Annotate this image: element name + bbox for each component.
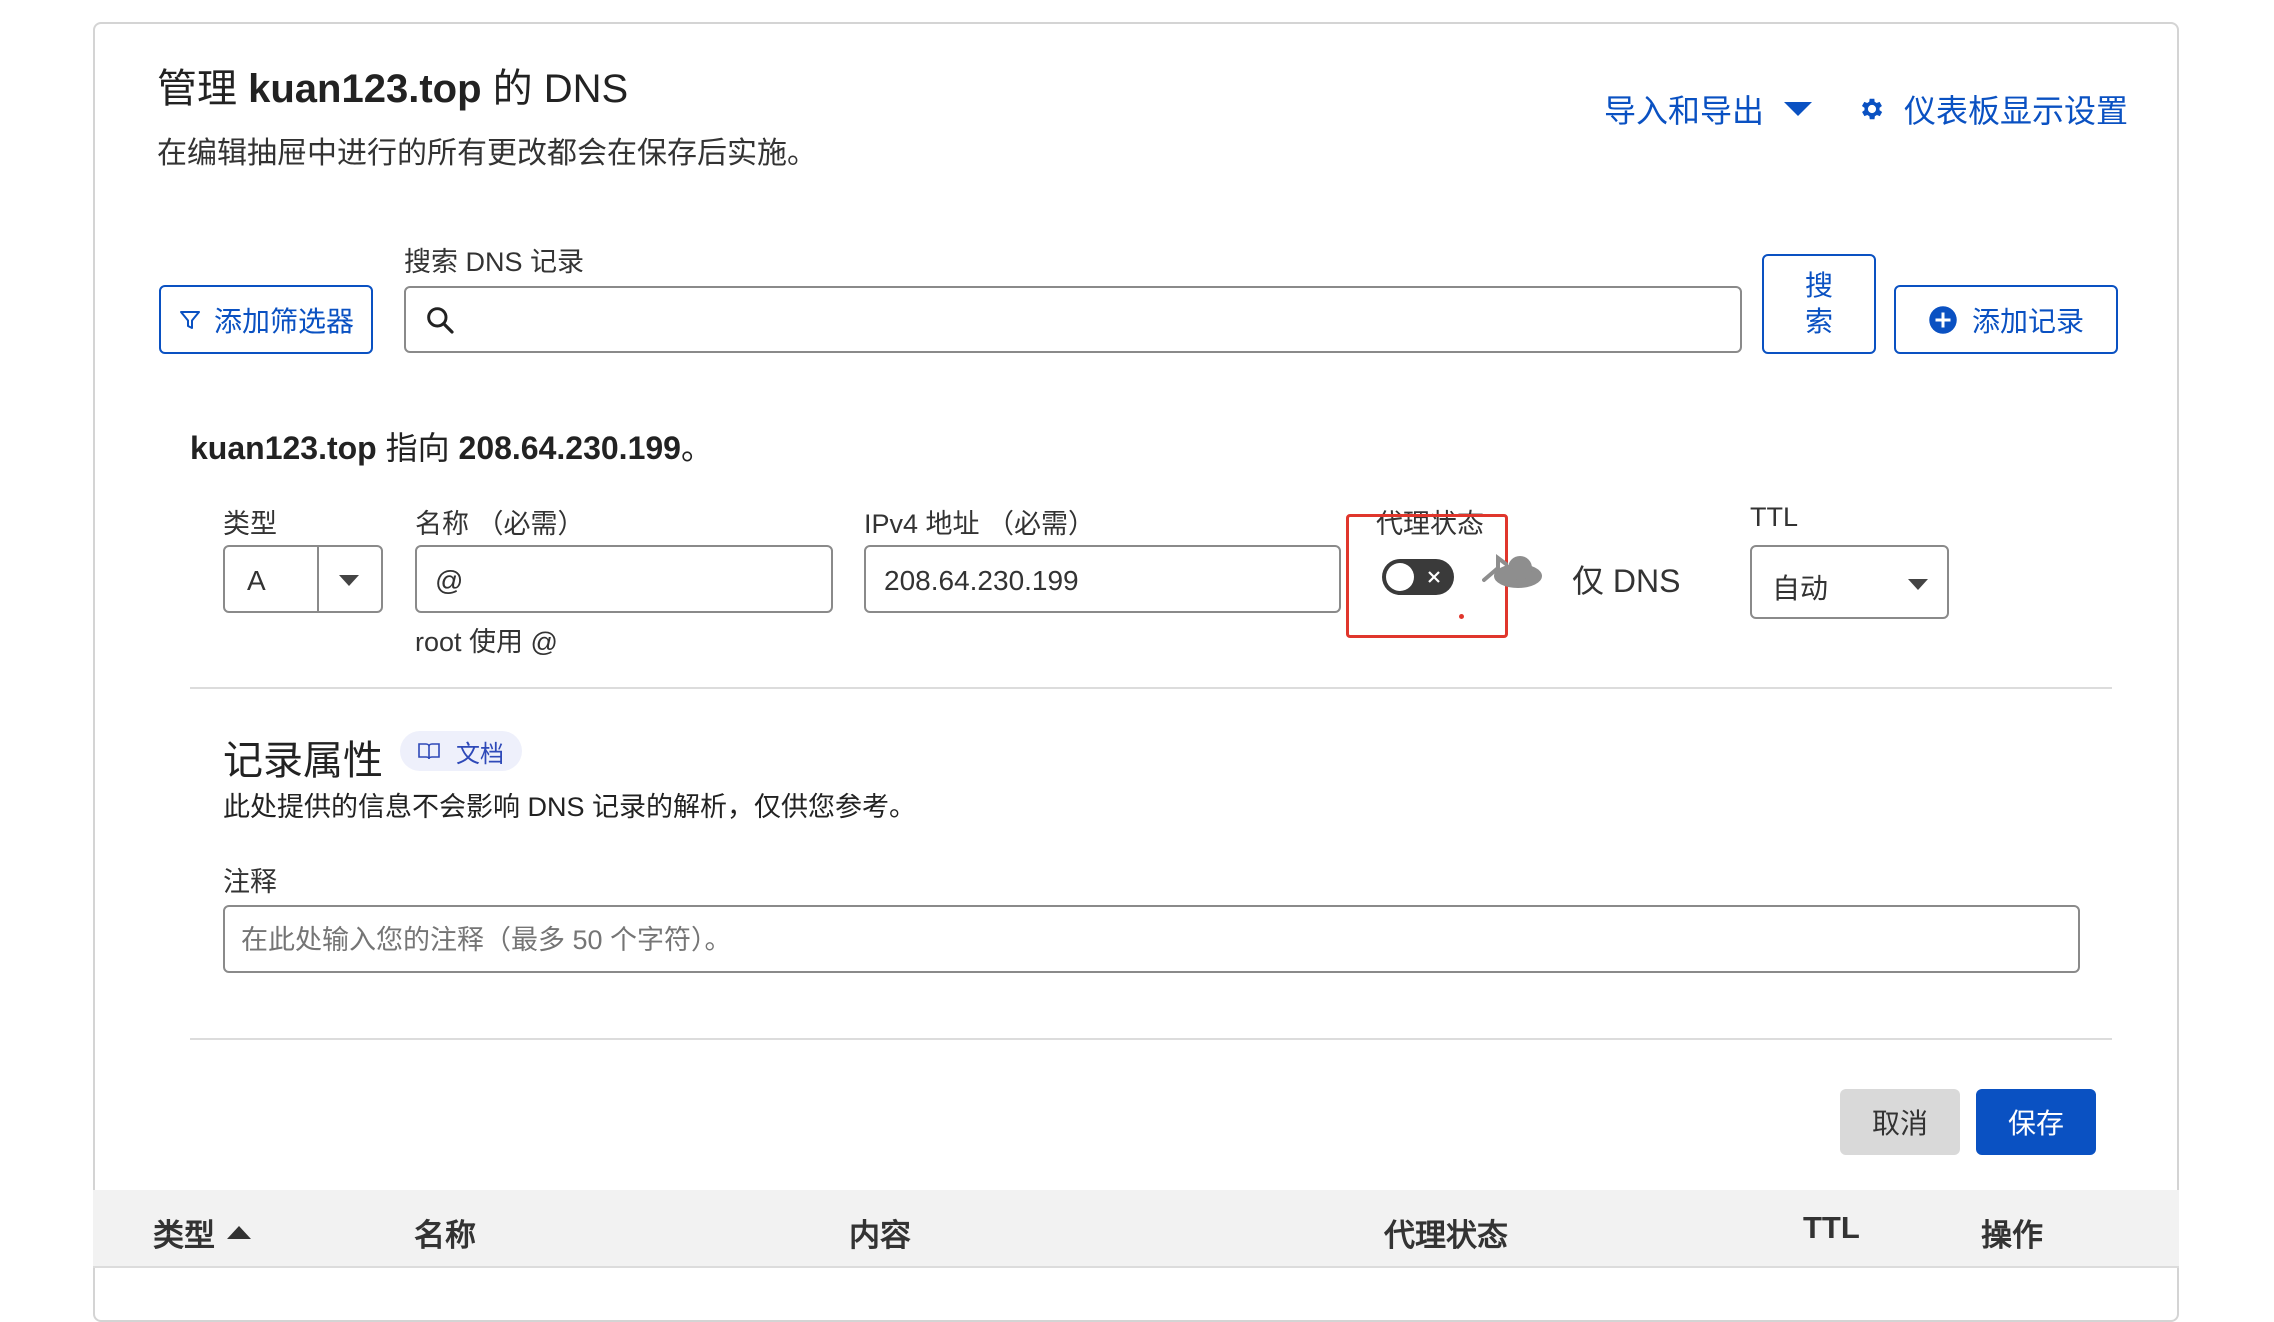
name-label: 名称 （必需） xyxy=(415,509,585,539)
comment-label: 注释 xyxy=(223,867,277,897)
page-title: 管理 kuan123.top 的 DNS xyxy=(157,67,629,111)
comment-field[interactable] xyxy=(223,905,2080,973)
search-field[interactable] xyxy=(404,286,1742,353)
import-export-label: 导入和导出 xyxy=(1604,93,1765,129)
add-filter-button[interactable]: 添加筛选器 xyxy=(159,285,373,354)
filter-icon xyxy=(179,310,200,329)
cloud-icon xyxy=(1482,554,1542,588)
close-icon xyxy=(1428,571,1440,583)
dashboard-settings-link[interactable]: 仪表板显示设置 xyxy=(1858,86,2128,132)
cancel-button[interactable]: 取消 xyxy=(1840,1089,1960,1155)
ipv4-value: 208.64.230.199 xyxy=(884,565,1079,596)
column-header-name[interactable]: 名称 xyxy=(414,1210,476,1255)
gear-icon xyxy=(1861,98,1883,120)
comment-input[interactable] xyxy=(239,917,2063,963)
proxy-toggle[interactable] xyxy=(1382,559,1454,595)
ttl-label: TTL xyxy=(1750,502,1799,532)
toggle-knob xyxy=(1386,563,1414,591)
ttl-select[interactable]: 自动 xyxy=(1750,545,1949,619)
column-header-content[interactable]: 内容 xyxy=(849,1210,911,1255)
points-to-summary: kuan123.top 指向 208.64.230.199。 xyxy=(190,430,713,466)
ipv4-label: IPv4 地址 （必需） xyxy=(864,509,1096,539)
docs-label: 文档 xyxy=(456,740,504,768)
record-attributes-heading: 记录属性 xyxy=(223,739,383,783)
record-attributes-description: 此处提供的信息不会影响 DNS 记录的解析，仅供您参考。 xyxy=(223,792,917,822)
sort-ascending-icon xyxy=(227,1226,251,1239)
column-header-type[interactable]: 类型 xyxy=(153,1210,251,1255)
proxy-status-text: 仅 DNS xyxy=(1572,563,1681,599)
chevron-down-icon xyxy=(1908,579,1928,590)
records-table-header: 类型 名称 内容 代理状态 TTL 操作 xyxy=(93,1190,2179,1268)
highlight-dot xyxy=(1459,614,1464,619)
column-header-ttl[interactable]: TTL xyxy=(1803,1210,1860,1246)
chevron-down-icon xyxy=(1784,102,1813,116)
page-title-domain: kuan123.top xyxy=(248,67,482,111)
search-button[interactable]: 搜索 xyxy=(1762,254,1876,354)
name-field[interactable]: @ xyxy=(415,545,833,613)
type-value: A xyxy=(247,565,266,596)
add-record-label: 添加记录 xyxy=(1971,305,2084,337)
search-label: 搜索 DNS 记录 xyxy=(404,247,585,277)
name-value: @ xyxy=(435,565,464,596)
column-header-actions: 操作 xyxy=(1981,1218,2043,1253)
page-subtitle: 在编辑抽屉中进行的所有更改都会在保存后实施。 xyxy=(157,137,817,170)
name-hint: root 使用 @ xyxy=(415,627,558,657)
dashboard-settings-label: 仪表板显示设置 xyxy=(1904,93,2129,129)
ttl-value: 自动 xyxy=(1772,573,1829,604)
ipv4-field[interactable]: 208.64.230.199 xyxy=(864,545,1341,613)
chevron-down-icon xyxy=(339,575,359,586)
import-export-dropdown[interactable]: 导入和导出 xyxy=(1604,86,1813,132)
type-label: 类型 xyxy=(223,509,277,539)
search-icon xyxy=(427,307,454,334)
plus-circle-icon xyxy=(1929,305,1957,334)
section-divider xyxy=(190,1038,2112,1040)
search-button-label: 搜索 xyxy=(1804,270,1833,337)
add-filter-label: 添加筛选器 xyxy=(213,305,354,337)
column-header-proxy-status[interactable]: 代理状态 xyxy=(1384,1210,1508,1255)
save-button[interactable]: 保存 xyxy=(1976,1089,2096,1155)
section-divider xyxy=(190,687,2112,689)
docs-link[interactable]: 文档 xyxy=(400,731,522,771)
add-record-button[interactable]: 添加记录 xyxy=(1894,285,2118,354)
type-select[interactable]: A xyxy=(223,545,383,613)
search-input[interactable] xyxy=(468,298,1722,344)
book-icon xyxy=(418,743,440,760)
